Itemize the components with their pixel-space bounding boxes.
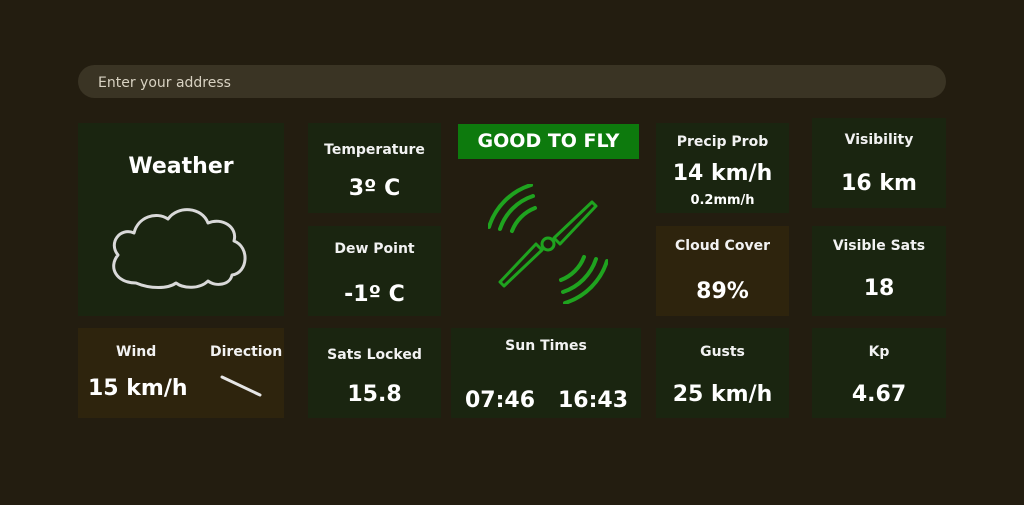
kp-value: 4.67: [851, 382, 907, 407]
dew-point-label: Dew Point: [334, 241, 415, 257]
sats-locked-label: Sats Locked: [327, 347, 422, 363]
precip-label: Precip Prob: [676, 134, 769, 150]
dew-point-value: -1º C: [344, 282, 405, 307]
address-input[interactable]: [96, 65, 950, 100]
dew-point-card: Dew Point -1º C: [308, 226, 441, 316]
cloud-cover-label: Cloud Cover: [675, 238, 770, 254]
cloud-icon: [112, 208, 247, 289]
wind-value: 15 km/h: [88, 376, 188, 401]
visible-sats-card: Visible Sats 18: [812, 226, 946, 316]
kp-label: Kp: [868, 344, 890, 360]
kp-card: Kp 4.67: [812, 328, 946, 418]
gusts-card: Gusts 25 km/h: [656, 328, 789, 418]
temperature-value: 3º C: [348, 176, 401, 201]
wind-card: Wind Direction 15 km/h: [78, 328, 284, 418]
sats-locked-card: Sats Locked 15.8: [308, 328, 441, 418]
sun-times-label: Sun Times: [505, 338, 587, 354]
visibility-card: Visibility 16 km: [812, 118, 946, 208]
direction-label: Direction: [210, 344, 283, 360]
weather-card: Weather: [78, 123, 284, 316]
temperature-card: Temperature 3º C: [308, 123, 441, 213]
drone-propeller-signal-icon: [488, 184, 608, 304]
precip-card: Precip Prob 14 km/h 0.2mm/h: [656, 123, 789, 213]
wind-label: Wind: [116, 344, 157, 360]
precip-rate: 0.2mm/h: [690, 193, 755, 208]
visible-sats-value: 18: [863, 276, 895, 301]
temperature-label: Temperature: [324, 142, 425, 158]
cloud-cover-value: 89%: [696, 279, 749, 304]
wind-direction-arrow-icon: [220, 375, 262, 397]
visible-sats-label: Visible Sats: [832, 238, 926, 254]
sunrise-time: 07:46: [465, 388, 536, 413]
sats-locked-value: 15.8: [347, 382, 402, 407]
weather-title: Weather: [128, 154, 234, 179]
address-search-bar[interactable]: [78, 65, 950, 100]
sun-times-card: Sun Times 07:46 16:43: [451, 328, 641, 418]
visibility-value: 16 km: [841, 171, 917, 196]
visibility-label: Visibility: [844, 132, 914, 148]
sunset-time: 16:43: [558, 388, 629, 413]
precip-value: 14 km/h: [672, 161, 773, 186]
gusts-value: 25 km/h: [672, 382, 773, 407]
flight-status-badge: GOOD TO FLY: [458, 124, 639, 159]
cloud-cover-card: Cloud Cover 89%: [656, 226, 789, 316]
gusts-label: Gusts: [700, 344, 745, 360]
